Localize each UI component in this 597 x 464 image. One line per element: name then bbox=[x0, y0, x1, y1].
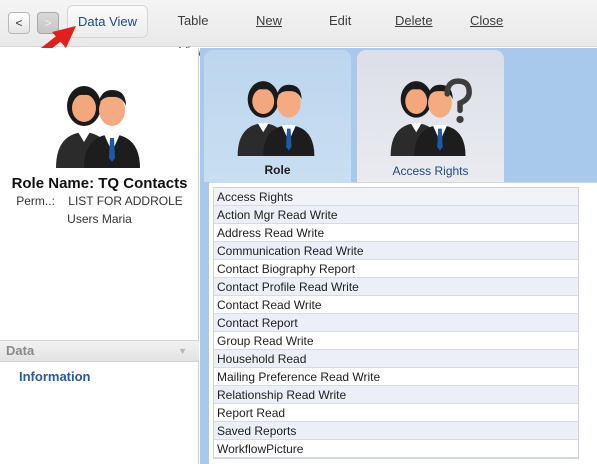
access-rights-list: Access Rights Action Mgr Read Write Addre… bbox=[213, 187, 579, 459]
list-item[interactable]: WorkflowPicture bbox=[214, 440, 578, 458]
permission-row: Perm..: LIST FOR ADDROLE bbox=[0, 194, 199, 208]
left-panel: Role Name: TQ Contacts Perm..: LIST FOR … bbox=[0, 48, 199, 464]
list-item[interactable]: Household Read bbox=[214, 350, 578, 368]
list-item[interactable]: Relationship Read Write bbox=[214, 386, 578, 404]
list-item[interactable]: Contact Read Write bbox=[214, 296, 578, 314]
list-rows: Action Mgr Read Write Address Read Write C… bbox=[214, 206, 578, 458]
list-item[interactable]: Action Mgr Read Write bbox=[214, 206, 578, 224]
role-name: Role Name: TQ Contacts bbox=[11, 175, 188, 192]
data-section-title: Data bbox=[6, 343, 35, 358]
list-header: Access Rights bbox=[214, 188, 578, 206]
list-item[interactable]: Communication Read Write bbox=[214, 242, 578, 260]
list-item[interactable]: Contact Profile Read Write bbox=[214, 278, 578, 296]
list-item[interactable]: Saved Reports bbox=[214, 422, 578, 440]
list-item[interactable]: Group Read Write bbox=[214, 332, 578, 350]
delete-label: Delete bbox=[395, 13, 433, 28]
chevron-down-icon: ▼ bbox=[178, 346, 187, 356]
information-link[interactable]: Information bbox=[19, 369, 91, 384]
edit-button[interactable]: Edit bbox=[319, 5, 361, 38]
list-item[interactable]: Mailing Preference Read Write bbox=[214, 368, 578, 386]
list-item[interactable]: Contact Report bbox=[214, 314, 578, 332]
right-panel: Role Access Rights Access Rights Action … bbox=[200, 48, 597, 464]
access-rights-icon bbox=[390, 78, 472, 156]
new-button[interactable]: New bbox=[246, 5, 288, 38]
edit-label: Edit bbox=[329, 13, 352, 28]
list-item[interactable]: Address Read Write bbox=[214, 224, 578, 242]
delete-button[interactable]: Delete bbox=[385, 5, 441, 38]
data-section-header[interactable]: Data ▼ bbox=[0, 340, 199, 362]
new-label: New bbox=[256, 13, 283, 28]
perm-value: LIST FOR ADDROLE bbox=[68, 194, 183, 208]
tab-role[interactable]: Role bbox=[204, 50, 351, 182]
perm-label: Perm..: bbox=[16, 194, 55, 208]
role-users-icon bbox=[56, 86, 140, 168]
tab-access-rights[interactable]: Access Rights bbox=[357, 50, 504, 182]
close-label: Close bbox=[470, 13, 504, 28]
role-users-icon bbox=[237, 81, 315, 156]
users-row: Users Maria bbox=[67, 212, 132, 226]
access-rights-list-area: Access Rights Action Mgr Read Write Addre… bbox=[209, 182, 597, 464]
tab-access-rights-label: Access Rights bbox=[392, 164, 469, 178]
toolbar: < > Data View Table View New Edit Delete… bbox=[0, 0, 597, 59]
tab-role-label: Role bbox=[264, 163, 291, 177]
list-item[interactable]: Contact Biography Report bbox=[214, 260, 578, 278]
list-item[interactable]: Report Read bbox=[214, 404, 578, 422]
table-view-button[interactable]: Table View bbox=[154, 5, 232, 59]
close-button[interactable]: Close bbox=[460, 5, 512, 38]
